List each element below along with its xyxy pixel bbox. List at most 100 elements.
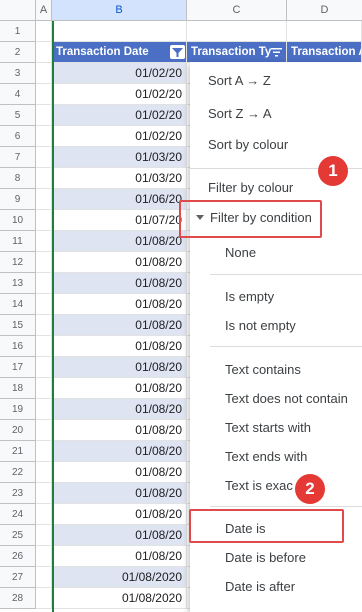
date-cell[interactable]: 01/02/20: [52, 84, 187, 105]
condition-text-does-not-contain[interactable]: Text does not contain: [225, 391, 348, 406]
condition-text-contains[interactable]: Text contains: [225, 362, 301, 377]
date-cell[interactable]: 01/08/20: [52, 462, 187, 483]
cell[interactable]: [36, 252, 52, 273]
date-cell[interactable]: 01/08/2020: [52, 567, 187, 588]
filter-icon[interactable]: [269, 45, 284, 59]
header-transaction-date[interactable]: Transaction Date: [52, 42, 187, 63]
row-header[interactable]: 27: [0, 567, 36, 588]
date-cell[interactable]: 01/03/20: [52, 168, 187, 189]
column-header-b[interactable]: B: [52, 0, 187, 21]
column-header-a[interactable]: A: [36, 0, 52, 21]
cell[interactable]: [36, 315, 52, 336]
date-cell[interactable]: 01/08/20: [52, 399, 187, 420]
date-cell[interactable]: 01/08/20: [52, 357, 187, 378]
row-header[interactable]: 26: [0, 546, 36, 567]
date-cell[interactable]: 01/08/20: [52, 294, 187, 315]
condition-text-starts-with[interactable]: Text starts with: [225, 420, 311, 435]
row-header[interactable]: 3: [0, 63, 36, 84]
date-cell[interactable]: 01/08/2020: [52, 588, 187, 609]
cell[interactable]: [36, 189, 52, 210]
row-header[interactable]: 10: [0, 210, 36, 231]
cell[interactable]: [36, 483, 52, 504]
menu-item-sort-az[interactable]: Sort A → Z: [208, 73, 271, 88]
cell[interactable]: [36, 399, 52, 420]
cell[interactable]: [36, 63, 52, 84]
header-transaction-type[interactable]: Transaction Ty: [187, 42, 287, 63]
condition-is-empty[interactable]: Is empty: [225, 289, 274, 304]
date-cell[interactable]: 01/08/20: [52, 378, 187, 399]
cell[interactable]: [36, 84, 52, 105]
row-header[interactable]: 6: [0, 126, 36, 147]
menu-item-filter-colour[interactable]: Filter by colour: [208, 180, 293, 195]
condition-date-is-after[interactable]: Date is after: [225, 579, 295, 594]
row-header[interactable]: 22: [0, 462, 36, 483]
cell[interactable]: [36, 357, 52, 378]
date-cell[interactable]: 01/08/20: [52, 441, 187, 462]
cell[interactable]: [36, 378, 52, 399]
row-header[interactable]: 28: [0, 588, 36, 609]
date-cell[interactable]: 01/08/20: [52, 252, 187, 273]
menu-item-sort-colour[interactable]: Sort by colour: [208, 137, 288, 152]
date-cell[interactable]: 01/08/20: [52, 420, 187, 441]
row-header[interactable]: 19: [0, 399, 36, 420]
cell[interactable]: [36, 147, 52, 168]
cell[interactable]: [287, 21, 362, 42]
row-header[interactable]: 2: [0, 42, 36, 63]
date-cell[interactable]: 01/02/20: [52, 105, 187, 126]
date-cell[interactable]: 01/07/20: [52, 210, 187, 231]
cell[interactable]: [36, 567, 52, 588]
cell[interactable]: [36, 126, 52, 147]
cell[interactable]: [36, 441, 52, 462]
row-header[interactable]: 13: [0, 273, 36, 294]
row-header[interactable]: 4: [0, 84, 36, 105]
frozen-column-divider[interactable]: [52, 21, 54, 612]
cell[interactable]: [36, 462, 52, 483]
date-cell[interactable]: 01/08/20: [52, 231, 187, 252]
row-header[interactable]: 9: [0, 189, 36, 210]
cell[interactable]: [36, 525, 52, 546]
cell[interactable]: [36, 42, 52, 63]
cell[interactable]: [52, 21, 187, 42]
row-header[interactable]: 23: [0, 483, 36, 504]
cell[interactable]: [36, 21, 52, 42]
row-header[interactable]: 12: [0, 252, 36, 273]
date-cell[interactable]: 01/06/20: [52, 189, 187, 210]
date-cell[interactable]: 01/08/20: [52, 504, 187, 525]
condition-is-not-empty[interactable]: Is not empty: [225, 318, 296, 333]
cell[interactable]: [36, 273, 52, 294]
date-cell[interactable]: 01/08/20: [52, 336, 187, 357]
date-cell[interactable]: 01/02/20: [52, 63, 187, 84]
row-header[interactable]: 25: [0, 525, 36, 546]
cell[interactable]: [36, 546, 52, 567]
date-cell[interactable]: 01/08/20: [52, 483, 187, 504]
cell[interactable]: [187, 21, 287, 42]
date-cell[interactable]: 01/02/20: [52, 126, 187, 147]
date-cell[interactable]: 01/08/20: [52, 546, 187, 567]
cell[interactable]: [36, 168, 52, 189]
header-transaction-amount[interactable]: Transaction A: [287, 42, 362, 63]
row-header[interactable]: 18: [0, 378, 36, 399]
cell[interactable]: [36, 420, 52, 441]
row-header[interactable]: 14: [0, 294, 36, 315]
row-header[interactable]: 8: [0, 168, 36, 189]
select-all-corner[interactable]: [0, 0, 36, 21]
row-header[interactable]: 15: [0, 315, 36, 336]
row-header[interactable]: 21: [0, 441, 36, 462]
condition-date-is-before[interactable]: Date is before: [225, 550, 306, 565]
cell[interactable]: [36, 294, 52, 315]
row-header[interactable]: 11: [0, 231, 36, 252]
condition-none[interactable]: None: [225, 245, 256, 260]
date-cell[interactable]: 01/08/20: [52, 315, 187, 336]
cell[interactable]: [36, 231, 52, 252]
cell[interactable]: [36, 504, 52, 525]
row-header[interactable]: 20: [0, 420, 36, 441]
row-header[interactable]: 5: [0, 105, 36, 126]
date-cell[interactable]: 01/08/20: [52, 273, 187, 294]
row-header[interactable]: 17: [0, 357, 36, 378]
column-header-d[interactable]: D: [287, 0, 362, 21]
condition-text-is-exactly[interactable]: Text is exac: [225, 478, 293, 493]
date-cell[interactable]: 01/08/20: [52, 525, 187, 546]
cell[interactable]: [36, 210, 52, 231]
row-header[interactable]: 16: [0, 336, 36, 357]
cell[interactable]: [36, 588, 52, 609]
